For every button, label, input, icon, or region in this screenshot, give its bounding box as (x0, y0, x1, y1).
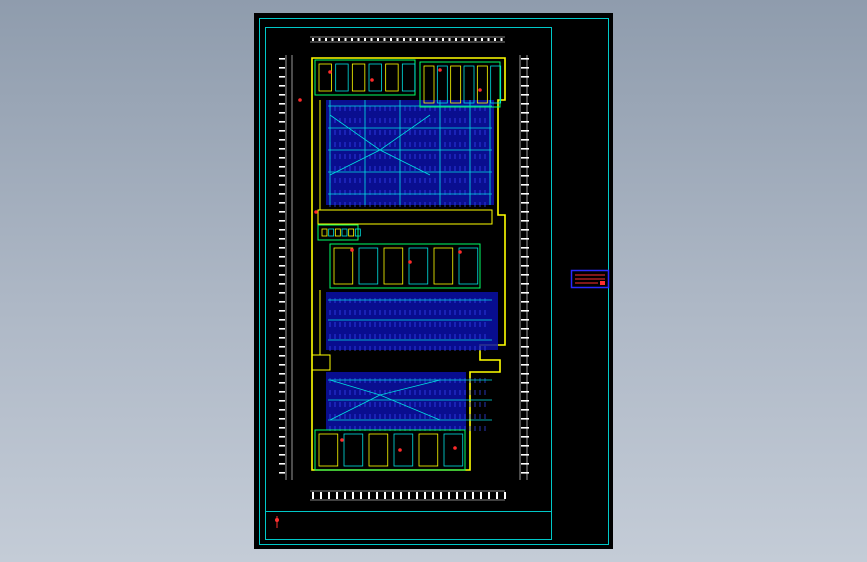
right-dimension-ticks (521, 58, 529, 474)
north-arrow-icon (275, 516, 279, 528)
legend-block (570, 269, 610, 289)
left-dimension-ticks (279, 58, 285, 474)
top-dimension-ticks (312, 38, 503, 41)
parking-zones (326, 100, 498, 430)
cad-drawing (259, 18, 610, 545)
bottom-dimension-chain (310, 490, 505, 501)
cad-viewport[interactable] (0, 0, 867, 562)
bottom-dimension-ticks (312, 492, 506, 499)
left-dimension-chain (285, 55, 293, 480)
right-dimension-chain (519, 55, 528, 480)
